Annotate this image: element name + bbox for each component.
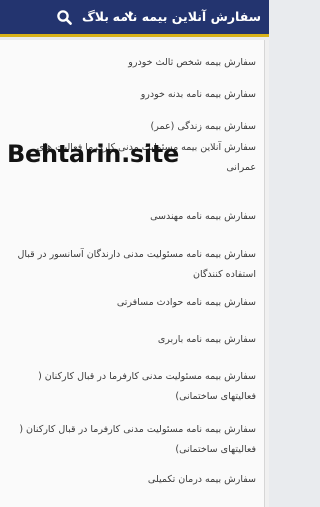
menu-item-car-body-insurance[interactable]: سفارش بیمه نامه بدنه خودرو [6, 85, 256, 105]
menu-item-supplementary-health-insurance[interactable]: سفارش بیمه درمان تکمیلی [6, 470, 256, 490]
search-icon[interactable] [56, 9, 73, 26]
menu-item-life-insurance[interactable]: سفارش بیمه زندگی (عمر) [6, 117, 256, 137]
blog-link[interactable]: بلاگ [82, 9, 109, 24]
menu-title-online-insurance-order[interactable]: سفارش آنلاین بیمه نامه [113, 9, 261, 24]
insurance-order-dropdown-menu: سفارش بیمه شخص ثالث خودرو سفارش بیمه نام… [0, 40, 265, 507]
menu-item-cargo-insurance[interactable]: سفارش بیمه نامه باربری [6, 330, 256, 350]
chevron-down-icon[interactable] [124, 10, 134, 20]
site-watermark: Behtarin.site [7, 140, 179, 168]
scrollbar-track[interactable] [265, 40, 269, 507]
menu-item-employer-liability-staff-2[interactable]: سفارش بیمه نامه مسئولیت مدنی کارفرما در … [6, 420, 256, 460]
menu-item-engineering-insurance[interactable]: سفارش بیمه نامه مهندسی [6, 207, 256, 227]
menu-item-travel-accident-insurance[interactable]: سفارش بیمه نامه حوادث مسافرتی [6, 293, 256, 313]
menu-item-employer-liability-staff[interactable]: سفارش بیمه مسئولیت مدنی کارفرما در قبال … [6, 367, 256, 407]
menu-item-elevator-owner-liability[interactable]: سفارش بیمه نامه مسئولیت مدنی دارندگان آس… [6, 245, 257, 285]
menu-item-third-party-car-insurance[interactable]: سفارش بیمه شخص ثالث خودرو [6, 53, 256, 73]
top-navigation-bar: سفارش آنلاین بیمه نامه بلاگ [0, 0, 269, 37]
